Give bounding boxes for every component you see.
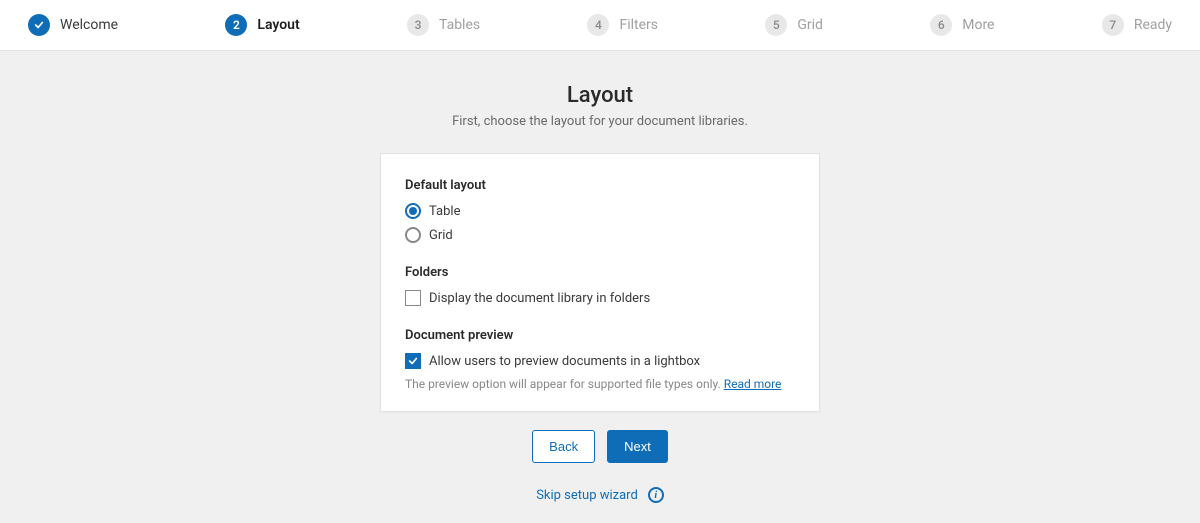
next-button[interactable]: Next <box>607 430 668 463</box>
section-title: Folders <box>405 265 795 280</box>
main-content: Layout First, choose the layout for your… <box>0 51 1200 523</box>
step-more[interactable]: 6 More <box>930 14 994 36</box>
default-layout-section: Default layout Table Grid <box>405 178 795 243</box>
radio-icon <box>405 227 421 243</box>
step-tables[interactable]: 3 Tables <box>407 14 480 36</box>
step-grid[interactable]: 5 Grid <box>765 14 823 36</box>
skip-row: Skip setup wizard i <box>0 487 1200 503</box>
checkbox-folders[interactable]: Display the document library in folders <box>405 290 795 306</box>
step-ready[interactable]: 7 Ready <box>1102 14 1172 36</box>
radio-icon <box>405 203 421 219</box>
page-subtitle: First, choose the layout for your docume… <box>0 114 1200 129</box>
preview-hint: The preview option will appear for suppo… <box>405 377 795 391</box>
step-number-icon: 6 <box>930 14 952 36</box>
step-label: Tables <box>439 17 480 33</box>
step-number-icon: 5 <box>765 14 787 36</box>
step-label: More <box>962 17 994 33</box>
preview-section: Document preview Allow users to preview … <box>405 328 795 391</box>
radio-label: Grid <box>429 228 453 243</box>
checkbox-preview[interactable]: Allow users to preview documents in a li… <box>405 353 795 369</box>
step-label: Welcome <box>60 17 118 33</box>
radio-grid[interactable]: Grid <box>405 227 795 243</box>
checkbox-label: Display the document library in folders <box>429 291 650 306</box>
step-label: Filters <box>619 17 658 33</box>
step-number-icon: 2 <box>225 14 247 36</box>
read-more-link[interactable]: Read more <box>724 377 782 391</box>
step-label: Ready <box>1134 17 1172 33</box>
checkbox-label: Allow users to preview documents in a li… <box>429 354 700 369</box>
section-title: Default layout <box>405 178 795 193</box>
radio-table[interactable]: Table <box>405 203 795 219</box>
step-welcome[interactable]: Welcome <box>28 14 118 36</box>
step-number-icon: 7 <box>1102 14 1124 36</box>
back-button[interactable]: Back <box>532 430 595 463</box>
step-number-icon: 3 <box>407 14 429 36</box>
radio-label: Table <box>429 204 460 219</box>
step-label: Layout <box>257 17 299 33</box>
info-icon[interactable]: i <box>648 487 664 503</box>
skip-setup-link[interactable]: Skip setup wizard <box>536 488 638 503</box>
section-title: Document preview <box>405 328 795 343</box>
folders-section: Folders Display the document library in … <box>405 265 795 306</box>
step-layout[interactable]: 2 Layout <box>225 14 299 36</box>
step-number-icon: 4 <box>587 14 609 36</box>
checkbox-icon <box>405 353 421 369</box>
wizard-stepper: Welcome 2 Layout 3 Tables 4 Filters 5 Gr… <box>0 0 1200 51</box>
checkmark-icon <box>28 14 50 36</box>
page-title: Layout <box>0 83 1200 108</box>
settings-card: Default layout Table Grid Folders Displa… <box>380 153 820 412</box>
step-filters[interactable]: 4 Filters <box>587 14 658 36</box>
checkbox-icon <box>405 290 421 306</box>
step-label: Grid <box>797 17 823 33</box>
button-row: Back Next <box>380 430 820 463</box>
